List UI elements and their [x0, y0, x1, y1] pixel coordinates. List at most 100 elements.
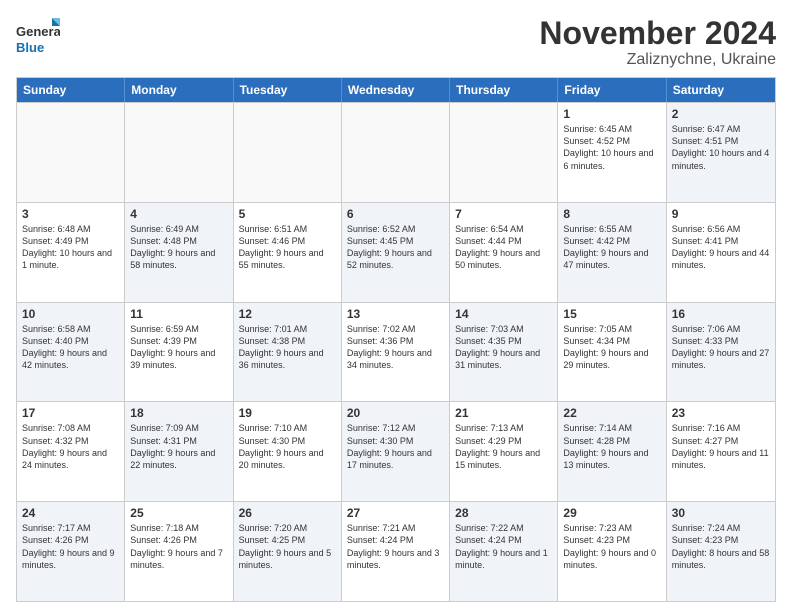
- day-number: 16: [672, 307, 770, 321]
- cell-info: Sunrise: 6:45 AM Sunset: 4:52 PM Dayligh…: [563, 123, 660, 172]
- cal-cell: 6Sunrise: 6:52 AM Sunset: 4:45 PM Daylig…: [342, 203, 450, 302]
- header-day-thursday: Thursday: [450, 78, 558, 102]
- day-number: 25: [130, 506, 227, 520]
- header-day-tuesday: Tuesday: [234, 78, 342, 102]
- cal-cell: 18 Sunrise: 7:09 AM Sunset: 4:31 PM Dayli…: [125, 402, 233, 501]
- day-number: 30: [672, 506, 770, 520]
- day-number: 8: [563, 207, 660, 221]
- day-number: 18: [130, 406, 227, 420]
- cal-cell: 11Sunrise: 6:59 AM Sunset: 4:39 PM Dayli…: [125, 303, 233, 402]
- day-number: 3: [22, 207, 119, 221]
- cal-cell: 16 Sunrise: 7:06 AM Sunset: 4:33 PM Dayli…: [667, 303, 775, 402]
- day-number: 22: [563, 406, 660, 420]
- day-number: 27: [347, 506, 444, 520]
- day-number: 19: [239, 406, 336, 420]
- cell-info: Sunrise: 7:12 AM Sunset: 4:30 PM Dayligh…: [347, 422, 444, 471]
- title-block: November 2024 Zaliznychne, Ukraine: [539, 16, 776, 69]
- cell-info: Sunrise: 7:14 AM Sunset: 4:28 PM Dayligh…: [563, 422, 660, 471]
- cell-info: Sunrise: 7:13 AM Sunset: 4:29 PM Dayligh…: [455, 422, 552, 471]
- cal-cell: 1 Sunrise: 6:45 AM Sunset: 4:52 PM Daylig…: [558, 103, 666, 202]
- day-number: 7: [455, 207, 552, 221]
- cal-row-2: 10 Sunrise: 6:58 AM Sunset: 4:40 PM Dayli…: [17, 302, 775, 402]
- cal-cell: 27Sunrise: 7:21 AM Sunset: 4:24 PM Dayli…: [342, 502, 450, 601]
- day-number: 14: [455, 307, 552, 321]
- cal-cell: 23 Sunrise: 7:16 AM Sunset: 4:27 PM Dayli…: [667, 402, 775, 501]
- day-number: 17: [22, 406, 119, 420]
- cell-info: Sunrise: 6:54 AM Sunset: 4:44 PM Dayligh…: [455, 223, 552, 272]
- cal-cell: 12Sunrise: 7:01 AM Sunset: 4:38 PM Dayli…: [234, 303, 342, 402]
- cal-cell: 22 Sunrise: 7:14 AM Sunset: 4:28 PM Dayli…: [558, 402, 666, 501]
- cell-info: Sunrise: 7:24 AM Sunset: 4:23 PM Dayligh…: [672, 522, 770, 571]
- cal-cell: 25 Sunrise: 7:18 AM Sunset: 4:26 PM Dayli…: [125, 502, 233, 601]
- location: Zaliznychne, Ukraine: [539, 51, 776, 69]
- day-number: 15: [563, 307, 660, 321]
- day-number: 23: [672, 406, 770, 420]
- cal-cell: 29 Sunrise: 7:23 AM Sunset: 4:23 PM Dayli…: [558, 502, 666, 601]
- day-number: 4: [130, 207, 227, 221]
- cal-row-3: 17 Sunrise: 7:08 AM Sunset: 4:32 PM Dayli…: [17, 401, 775, 501]
- cal-cell: 14 Sunrise: 7:03 AM Sunset: 4:35 PM Dayli…: [450, 303, 558, 402]
- cell-info: Sunrise: 6:51 AM Sunset: 4:46 PM Dayligh…: [239, 223, 336, 272]
- cell-info: Sunrise: 7:09 AM Sunset: 4:31 PM Dayligh…: [130, 422, 227, 471]
- cell-info: Sunrise: 7:06 AM Sunset: 4:33 PM Dayligh…: [672, 323, 770, 372]
- cell-info: Sunrise: 7:10 AM Sunset: 4:30 PM Dayligh…: [239, 422, 336, 471]
- cal-cell: 2 Sunrise: 6:47 AM Sunset: 4:51 PM Daylig…: [667, 103, 775, 202]
- cell-info: Sunrise: 7:20 AM Sunset: 4:25 PM Dayligh…: [239, 522, 336, 571]
- cal-cell: 20 Sunrise: 7:12 AM Sunset: 4:30 PM Dayli…: [342, 402, 450, 501]
- cell-info: Sunrise: 6:59 AM Sunset: 4:39 PM Dayligh…: [130, 323, 227, 372]
- cell-info: Sunrise: 7:23 AM Sunset: 4:23 PM Dayligh…: [563, 522, 660, 571]
- cal-cell: 10 Sunrise: 6:58 AM Sunset: 4:40 PM Dayli…: [17, 303, 125, 402]
- page: General Blue November 2024 Zaliznychne, …: [0, 0, 792, 612]
- cell-info: Sunrise: 7:16 AM Sunset: 4:27 PM Dayligh…: [672, 422, 770, 471]
- day-number: 24: [22, 506, 119, 520]
- calendar: SundayMondayTuesdayWednesdayThursdayFrid…: [16, 77, 776, 602]
- cal-cell: 19 Sunrise: 7:10 AM Sunset: 4:30 PM Dayli…: [234, 402, 342, 501]
- day-number: 26: [239, 506, 336, 520]
- svg-text:General: General: [16, 24, 60, 39]
- cell-info: Sunrise: 7:18 AM Sunset: 4:26 PM Dayligh…: [130, 522, 227, 571]
- day-number: 13: [347, 307, 444, 321]
- month-title: November 2024: [539, 16, 776, 51]
- day-number: 20: [347, 406, 444, 420]
- cell-info: Sunrise: 6:56 AM Sunset: 4:41 PM Dayligh…: [672, 223, 770, 272]
- cell-info: Sunrise: 7:01 AM Sunset: 4:38 PM Dayligh…: [239, 323, 336, 372]
- day-number: 21: [455, 406, 552, 420]
- day-number: 1: [563, 107, 660, 121]
- cell-info: Sunrise: 6:49 AM Sunset: 4:48 PM Dayligh…: [130, 223, 227, 272]
- day-number: 2: [672, 107, 770, 121]
- cal-row-0: 1 Sunrise: 6:45 AM Sunset: 4:52 PM Daylig…: [17, 102, 775, 202]
- cal-cell: [342, 103, 450, 202]
- cell-info: Sunrise: 7:22 AM Sunset: 4:24 PM Dayligh…: [455, 522, 552, 571]
- day-number: 29: [563, 506, 660, 520]
- cal-cell: [17, 103, 125, 202]
- cell-info: Sunrise: 7:08 AM Sunset: 4:32 PM Dayligh…: [22, 422, 119, 471]
- day-number: 9: [672, 207, 770, 221]
- header: General Blue November 2024 Zaliznychne, …: [16, 16, 776, 69]
- cell-info: Sunrise: 6:58 AM Sunset: 4:40 PM Dayligh…: [22, 323, 119, 372]
- day-number: 10: [22, 307, 119, 321]
- cal-cell: 13 Sunrise: 7:02 AM Sunset: 4:36 PM Dayli…: [342, 303, 450, 402]
- header-day-sunday: Sunday: [17, 78, 125, 102]
- cell-info: Sunrise: 6:48 AM Sunset: 4:49 PM Dayligh…: [22, 223, 119, 272]
- cal-row-4: 24 Sunrise: 7:17 AM Sunset: 4:26 PM Dayli…: [17, 501, 775, 601]
- header-day-friday: Friday: [558, 78, 666, 102]
- cal-cell: 5 Sunrise: 6:51 AM Sunset: 4:46 PM Daylig…: [234, 203, 342, 302]
- cell-info: Sunrise: 7:03 AM Sunset: 4:35 PM Dayligh…: [455, 323, 552, 372]
- cal-cell: 26 Sunrise: 7:20 AM Sunset: 4:25 PM Dayli…: [234, 502, 342, 601]
- calendar-header: SundayMondayTuesdayWednesdayThursdayFrid…: [17, 78, 775, 102]
- cal-row-1: 3 Sunrise: 6:48 AM Sunset: 4:49 PM Daylig…: [17, 202, 775, 302]
- cal-cell: 7 Sunrise: 6:54 AM Sunset: 4:44 PM Daylig…: [450, 203, 558, 302]
- header-day-saturday: Saturday: [667, 78, 775, 102]
- cal-cell: 9 Sunrise: 6:56 AM Sunset: 4:41 PM Daylig…: [667, 203, 775, 302]
- cal-cell: 8Sunrise: 6:55 AM Sunset: 4:42 PM Daylig…: [558, 203, 666, 302]
- cell-info: Sunrise: 7:17 AM Sunset: 4:26 PM Dayligh…: [22, 522, 119, 571]
- cell-info: Sunrise: 7:02 AM Sunset: 4:36 PM Dayligh…: [347, 323, 444, 372]
- logo: General Blue: [16, 16, 60, 60]
- cal-cell: 21 Sunrise: 7:13 AM Sunset: 4:29 PM Dayli…: [450, 402, 558, 501]
- cal-cell: 3 Sunrise: 6:48 AM Sunset: 4:49 PM Daylig…: [17, 203, 125, 302]
- day-number: 6: [347, 207, 444, 221]
- header-day-wednesday: Wednesday: [342, 78, 450, 102]
- cell-info: Sunrise: 6:47 AM Sunset: 4:51 PM Dayligh…: [672, 123, 770, 172]
- day-number: 5: [239, 207, 336, 221]
- cal-cell: [125, 103, 233, 202]
